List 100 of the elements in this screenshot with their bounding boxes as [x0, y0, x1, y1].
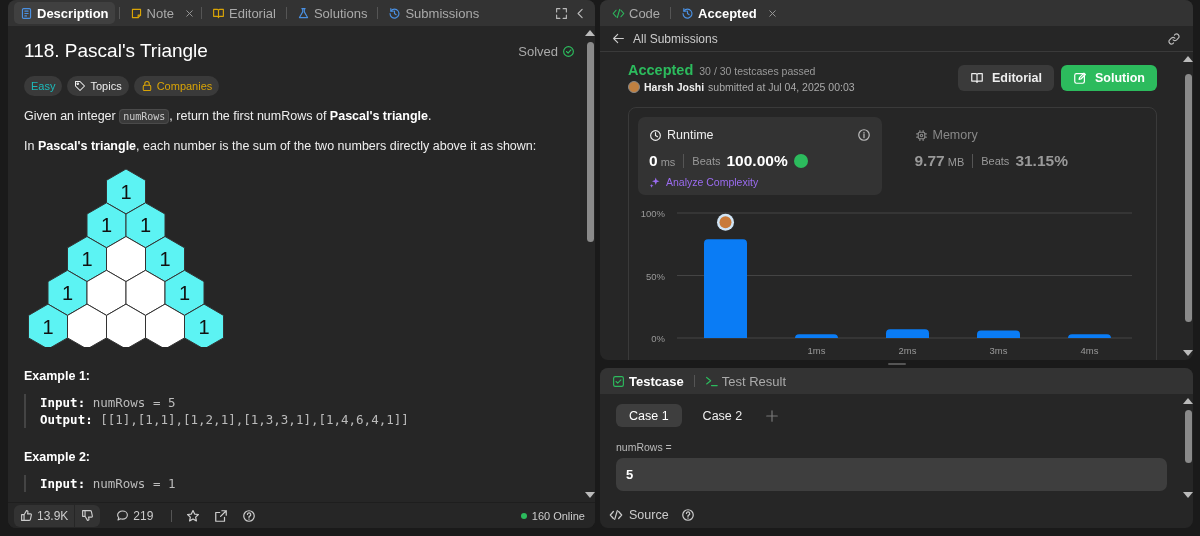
metric-value: 0 — [649, 152, 658, 169]
testcases-passed: 30 / 30 testcases passed — [699, 65, 816, 77]
tab[interactable]: Submissions — [382, 2, 486, 24]
axis-tick-label: 3ms — [989, 345, 1008, 356]
tab[interactable]: Editorial — [206, 2, 282, 24]
example-label: Input: — [40, 394, 86, 410]
code-icon — [609, 508, 623, 522]
example-label: Output: — [40, 411, 93, 427]
help-button[interactable] — [680, 508, 695, 522]
pencil-icon — [1073, 70, 1087, 85]
tab[interactable]: Description — [14, 2, 115, 24]
result-status: Accepted — [628, 62, 694, 78]
axis-tick-label: 4ms — [1080, 345, 1099, 356]
book-icon — [970, 70, 984, 85]
help-icon — [242, 508, 257, 523]
author-name: Harsh Joshi — [644, 81, 705, 93]
hexagon-cell: 1 — [164, 269, 205, 316]
hexagon-cell: 1 — [28, 303, 68, 347]
problem-statement: In Pascal's triangle, each number is the sum of the two numbers directly above it as shown: — [24, 138, 538, 155]
editorial-button[interactable]: Editorial — [958, 64, 1054, 91]
example-heading: Example 2: — [24, 449, 91, 464]
hexagon-cell: 1 — [184, 303, 224, 347]
comment-icon — [116, 509, 130, 522]
code-icon — [612, 6, 625, 20]
tag-button[interactable]: Companies — [133, 76, 220, 96]
beats-label: Beats — [981, 155, 1010, 167]
beats-label: Beats — [692, 155, 721, 167]
tag-icon — [74, 80, 87, 92]
axis-tick-label: 100% — [640, 208, 665, 219]
lock-icon — [140, 80, 153, 92]
arrow-left-icon — [612, 32, 625, 45]
axis-tick-label: 0% — [651, 333, 665, 344]
like-button[interactable]: 13.9K — [14, 504, 75, 527]
example-value: numRows = 1 — [92, 475, 176, 491]
hexagon-cell: 1 — [67, 235, 107, 282]
solved-status: Solved — [518, 43, 558, 59]
note-icon — [129, 6, 143, 20]
metric-unit: MB — [947, 156, 965, 168]
metric-value: 9.77 — [914, 152, 945, 169]
axis-tick-label: 2ms — [898, 345, 917, 356]
metric-unit: ms — [660, 156, 676, 168]
case-tab[interactable]: Case 1 — [616, 404, 682, 427]
comments-button[interactable]: 219 — [110, 508, 160, 523]
tab[interactable]: Testcase — [606, 370, 690, 392]
metric-card[interactable]: Memory 9.77 MB Beats 31.15% — [903, 117, 1147, 195]
help-icon — [680, 508, 695, 522]
tab[interactable]: Solutions — [290, 2, 374, 24]
history-icon — [388, 6, 402, 20]
plus-icon — [765, 408, 780, 423]
online-dot — [520, 512, 527, 519]
source-button[interactable]: Source — [609, 508, 669, 522]
input-field[interactable]: 5 — [616, 458, 1167, 491]
share-icon — [214, 508, 229, 523]
avatar-icon — [717, 213, 734, 231]
book-icon — [212, 6, 225, 20]
all-submissions-link[interactable]: All Submissions — [606, 30, 724, 47]
example-label: Input: — [40, 475, 86, 491]
difficulty-tag[interactable]: Easy — [24, 76, 63, 96]
beats-percent: 31.15% — [1015, 152, 1068, 170]
thumbs-up-icon — [20, 509, 33, 522]
example-value: [[1],[1,1],[1,2,1],[1,3,3,1],[1,4,6,4,1]] — [100, 411, 409, 427]
close-icon — [184, 7, 195, 19]
bar[interactable] — [1068, 334, 1111, 339]
hexagon-cell: 1 — [106, 168, 146, 214]
tab[interactable]: Accepted — [675, 2, 763, 24]
hexagon-cell: 1 — [86, 201, 127, 248]
tab[interactable]: Code — [606, 2, 667, 24]
term-icon — [704, 374, 718, 388]
history-icon — [681, 6, 695, 20]
example-value: numRows = 5 — [92, 394, 176, 410]
parameter-label: numRows = — [616, 441, 673, 453]
doc-icon — [20, 6, 33, 20]
tab[interactable]: Note — [123, 2, 180, 24]
close-icon — [766, 7, 778, 19]
problem-title: 118. Pascal's Triangle — [24, 40, 209, 62]
thumbs-down-icon — [81, 509, 95, 522]
bar[interactable] — [977, 330, 1020, 338]
metric-card[interactable]: Runtime 0 ms Beats 100.00% Analyze Complexity — [638, 117, 882, 195]
bar[interactable] — [795, 334, 838, 339]
hexagon-cell: 1 — [125, 201, 166, 248]
online-count: 160 Online — [531, 509, 585, 522]
tag-button[interactable]: Topics — [67, 76, 129, 96]
resize-handle[interactable] — [887, 363, 906, 365]
metric-title: Memory — [932, 128, 978, 142]
submission-time: submitted at Jul 04, 2025 00:03 — [708, 81, 855, 93]
check-circle-icon — [562, 44, 575, 58]
tab[interactable]: Test Result — [698, 370, 792, 392]
info-icon — [856, 128, 871, 142]
case-tab[interactable]: Case 2 — [689, 404, 756, 427]
avatar-icon — [628, 81, 640, 93]
example-heading: Example 1: — [24, 368, 91, 383]
sparkle-icon — [649, 176, 661, 188]
star-icon — [186, 508, 201, 523]
link-icon — [1167, 31, 1181, 46]
clock-icon — [649, 128, 662, 142]
axis-tick-label: 1ms — [807, 345, 826, 356]
analyze-complexity-link[interactable]: Analyze Complexity — [649, 176, 759, 188]
hexagon-cell: 1 — [47, 269, 88, 316]
beats-percent: 100.00% — [726, 152, 788, 170]
checkbox-icon — [612, 374, 625, 388]
